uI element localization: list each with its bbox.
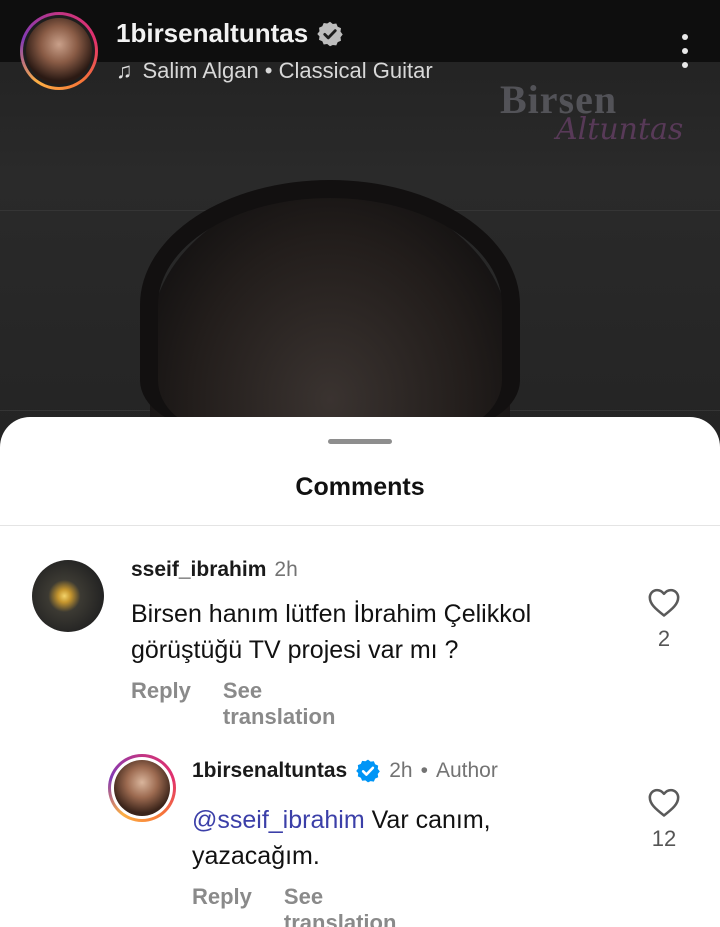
see-translation-button[interactable]: See translation	[284, 884, 396, 927]
like-count: 2	[657, 626, 671, 651]
post-username[interactable]: 1birsenaltuntas	[116, 18, 308, 49]
comment-username[interactable]: 1birsenaltuntas	[192, 759, 347, 783]
reply-button[interactable]: Reply	[131, 678, 191, 730]
divider	[0, 525, 720, 526]
music-info[interactable]: ♫ Salim Algan • Classical Guitar	[116, 58, 433, 84]
heart-icon[interactable]	[647, 786, 681, 818]
see-translation-button[interactable]: See translation	[223, 678, 335, 730]
like-control: 12	[644, 786, 684, 852]
comment-time: 2h	[389, 759, 413, 782]
comment-username[interactable]: sseif_ibrahim	[131, 558, 266, 582]
sheet-title: Comments	[295, 473, 425, 501]
mention-link[interactable]: @sseif_ibrahim	[192, 806, 365, 834]
video-subject-hair	[140, 180, 520, 430]
separator-dot: •	[420, 759, 428, 782]
like-control: 2	[644, 586, 684, 652]
author-label: Author	[435, 759, 498, 782]
comment-text: Birsen hanım lütfen İbrahim Çelikkol gör…	[131, 600, 532, 664]
post-username-row[interactable]: 1birsenaltuntas	[116, 18, 344, 49]
more-options-icon[interactable]	[680, 34, 690, 68]
verified-badge-icon	[317, 21, 343, 46]
like-count: 12	[651, 826, 677, 851]
music-note-icon: ♫	[116, 58, 133, 83]
music-title[interactable]: Salim Algan • Classical Guitar	[143, 58, 433, 84]
comment-time: 2h	[274, 558, 298, 581]
reply-button[interactable]: Reply	[192, 884, 252, 927]
drag-handle[interactable]	[328, 439, 392, 444]
author-avatar[interactable]	[108, 754, 176, 822]
post-header: 1birsenaltuntas ♫ Salim Algan • Classica…	[20, 12, 700, 92]
profile-avatar[interactable]	[20, 12, 98, 90]
heart-icon[interactable]	[647, 586, 681, 618]
comment-text: @sseif_ibrahim Var canım, yazacağım.	[192, 802, 592, 874]
verified-badge-icon	[356, 759, 381, 783]
commenter-avatar[interactable]	[32, 560, 104, 632]
